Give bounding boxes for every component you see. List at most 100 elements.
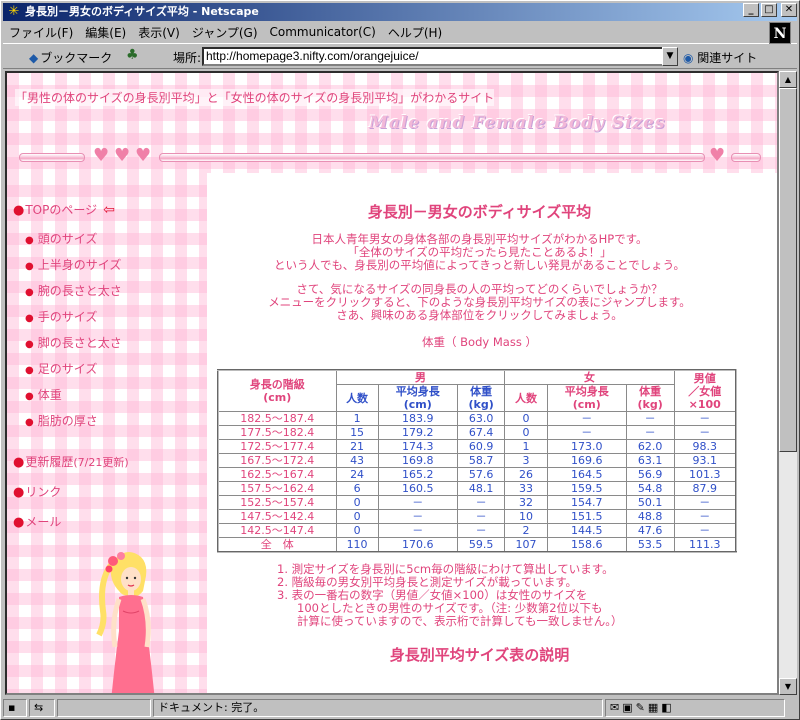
table-row: 152.5～157.4 0 －－ 32 154.7 50.1 － xyxy=(217,495,737,510)
nav-item-fat[interactable]: ● 脂肪の厚さ xyxy=(25,412,98,429)
nav-item-head[interactable]: ● 頭のサイズ xyxy=(25,230,97,247)
value-cell: 0 xyxy=(335,495,379,510)
height-class-cell: 147.5～142.4 xyxy=(217,509,337,524)
note-3-cont-2: 計算に使っていますので、表示桁で計算しても一致しません。） xyxy=(297,614,623,628)
maximize-button[interactable]: □ xyxy=(761,3,777,17)
nav-item-upper-body[interactable]: ● 上半身のサイズ xyxy=(25,256,121,273)
nav-top[interactable]: ●TOPのページ ⇦ xyxy=(13,201,115,218)
url-field[interactable]: http://homepage3.nifty.com/orangejuice/ xyxy=(202,47,664,66)
scroll-up-button[interactable]: ▲ xyxy=(779,71,797,88)
value-cell: － xyxy=(456,495,506,510)
bullet-icon: ● xyxy=(25,287,34,298)
left-arrow-icon: ⇦ xyxy=(103,202,115,218)
security-icon[interactable]: ▪ xyxy=(3,699,27,717)
page-proxy-icon[interactable]: ♣ xyxy=(126,47,139,63)
explain-title: 身長別平均サイズ表の説明 xyxy=(389,646,570,664)
value-cell: 60.9 xyxy=(456,439,506,454)
height-class-cell: 157.5～162.4 xyxy=(217,481,337,496)
height-class-cell: 152.5～157.4 xyxy=(217,495,337,510)
nav-item-label: 足のサイズ xyxy=(37,362,98,376)
value-cell: 15 xyxy=(335,425,379,440)
header-male-weight: 体重 (kg) xyxy=(456,384,506,412)
related-icon: ◉ xyxy=(683,51,698,65)
height-class-cell: 182.5～187.4 xyxy=(217,411,337,426)
minimize-button[interactable]: _ xyxy=(743,3,759,17)
status-bar: ▪ ⇆ ドキュメント: 完了。 ✉▣✎▦◧ xyxy=(3,698,797,718)
bookmarks-button[interactable]: ◆ ブックマーク xyxy=(29,49,112,66)
nav-item-label: 手のサイズ xyxy=(37,310,98,324)
header-female-weight: 体重 (kg) xyxy=(625,384,675,412)
header-female-count: 人数 xyxy=(504,384,548,412)
netscape-icon: ✳ xyxy=(8,4,20,19)
value-cell: 87.9 xyxy=(673,481,737,496)
decor-rail-right xyxy=(731,153,761,162)
table-row: 177.5～182.4 15 179.2 67.4 0 －－－ xyxy=(217,425,737,440)
header-female: 女 xyxy=(504,369,675,385)
nav-item-hands[interactable]: ● 手のサイズ xyxy=(25,308,97,325)
menu-bar: ファイル(F) 編集(E) 表示(V) ジャンプ(G) Communicator… xyxy=(3,22,797,42)
menu-edit[interactable]: 編集(E) xyxy=(85,24,126,41)
strawberry-icon: ● xyxy=(13,203,25,218)
height-class-cell: 全 体 xyxy=(217,537,337,553)
table-row: 全 体 110 170.6 59.5 107 158.6 53.5 111.3 xyxy=(217,537,737,553)
nav-item-feet[interactable]: ● 足のサイズ xyxy=(25,360,97,377)
value-cell: － xyxy=(377,509,458,524)
nav-history[interactable]: ●更新履歴(7/21更新) xyxy=(13,453,129,470)
heart-icon: ♥ xyxy=(93,145,110,166)
value-cell: 63.0 xyxy=(456,411,506,426)
location-toolbar: N ◆ ブックマーク ♣ 場所: http://homepage3.nifty.c… xyxy=(3,22,797,69)
height-class-cell: 172.5～177.4 xyxy=(217,439,337,454)
value-cell: 33 xyxy=(504,481,548,496)
value-cell: 174.3 xyxy=(377,439,458,454)
connection-icon: ⇆ xyxy=(29,699,55,717)
header-female-avg-height: 平均身長 (cm) xyxy=(546,384,627,412)
nav-item-legs[interactable]: ● 脚の長さと太さ xyxy=(25,334,122,351)
value-cell: － xyxy=(625,411,675,426)
prompt-line-3: さあ、興味のある身体部位をクリックしてみましょう。 xyxy=(336,308,623,322)
nav-history-date: (7/21更新) xyxy=(73,456,129,469)
value-cell: 93.1 xyxy=(673,453,737,468)
nav-item-arms[interactable]: ● 腕の長さと太さ xyxy=(25,282,122,299)
nav-item-weight[interactable]: ● 体重 xyxy=(25,386,62,403)
vertical-scrollbar[interactable]: ▲ ▼ xyxy=(779,71,797,695)
nav-item-label: 上半身のサイズ xyxy=(37,258,122,272)
value-cell: 111.3 xyxy=(673,537,737,553)
scroll-thumb[interactable] xyxy=(779,88,797,452)
nav-mail[interactable]: ●メール xyxy=(13,513,61,530)
value-cell: 47.6 xyxy=(625,523,675,538)
menu-file[interactable]: ファイル(F) xyxy=(9,24,73,41)
strawberry-icon: ● xyxy=(13,515,25,530)
value-cell: 107 xyxy=(504,537,548,553)
value-cell: 183.9 xyxy=(377,411,458,426)
scroll-down-button[interactable]: ▼ xyxy=(779,678,797,695)
bullet-icon: ● xyxy=(25,365,34,376)
header-male-avg-height: 平均身長 (cm) xyxy=(377,384,458,412)
nav-item-label: 体重 xyxy=(37,388,62,402)
value-cell: 110 xyxy=(335,537,379,553)
nav-history-label: 更新履歴 xyxy=(25,455,74,469)
bookmark-icon: ◆ xyxy=(29,51,39,65)
related-sites-button[interactable]: ◉ 関連サイト xyxy=(683,49,757,66)
strawberry-icon: ● xyxy=(13,455,25,470)
component-bar-icons[interactable]: ✉▣✎▦◧ xyxy=(605,699,785,717)
table-row: 162.5～167.4 24 165.2 57.6 26 164.5 56.9 101.3 xyxy=(217,467,737,482)
nav-links[interactable]: ●リンク xyxy=(13,483,61,500)
menu-help[interactable]: ヘルプ(H) xyxy=(388,24,442,41)
value-cell: 98.3 xyxy=(673,439,737,454)
value-cell: 159.5 xyxy=(546,481,627,496)
value-cell: 1 xyxy=(335,411,379,426)
header-ratio: 男値 ／女値 ×100 xyxy=(673,369,737,412)
menu-go[interactable]: ジャンプ(G) xyxy=(192,24,258,41)
page-viewport: 「男性の体のサイズの身長別平均」と「女性の体のサイズの身長別平均」がわかるサイト… xyxy=(5,71,779,695)
close-button[interactable]: ✕ xyxy=(781,3,797,17)
strawberry-icon: ● xyxy=(13,485,25,500)
menu-communicator[interactable]: Communicator(C) xyxy=(270,25,376,39)
bullet-icon: ● xyxy=(25,391,34,402)
url-dropdown-button[interactable]: ▼ xyxy=(662,47,678,66)
value-cell: 158.6 xyxy=(546,537,627,553)
value-cell: 59.5 xyxy=(456,537,506,553)
site-tagline: 「男性の体のサイズの身長別平均」と「女性の体のサイズの身長別平均」がわかるサイト xyxy=(15,89,495,106)
bullet-icon: ● xyxy=(25,261,34,272)
decor-rail-center xyxy=(159,153,705,162)
menu-view[interactable]: 表示(V) xyxy=(138,24,180,41)
